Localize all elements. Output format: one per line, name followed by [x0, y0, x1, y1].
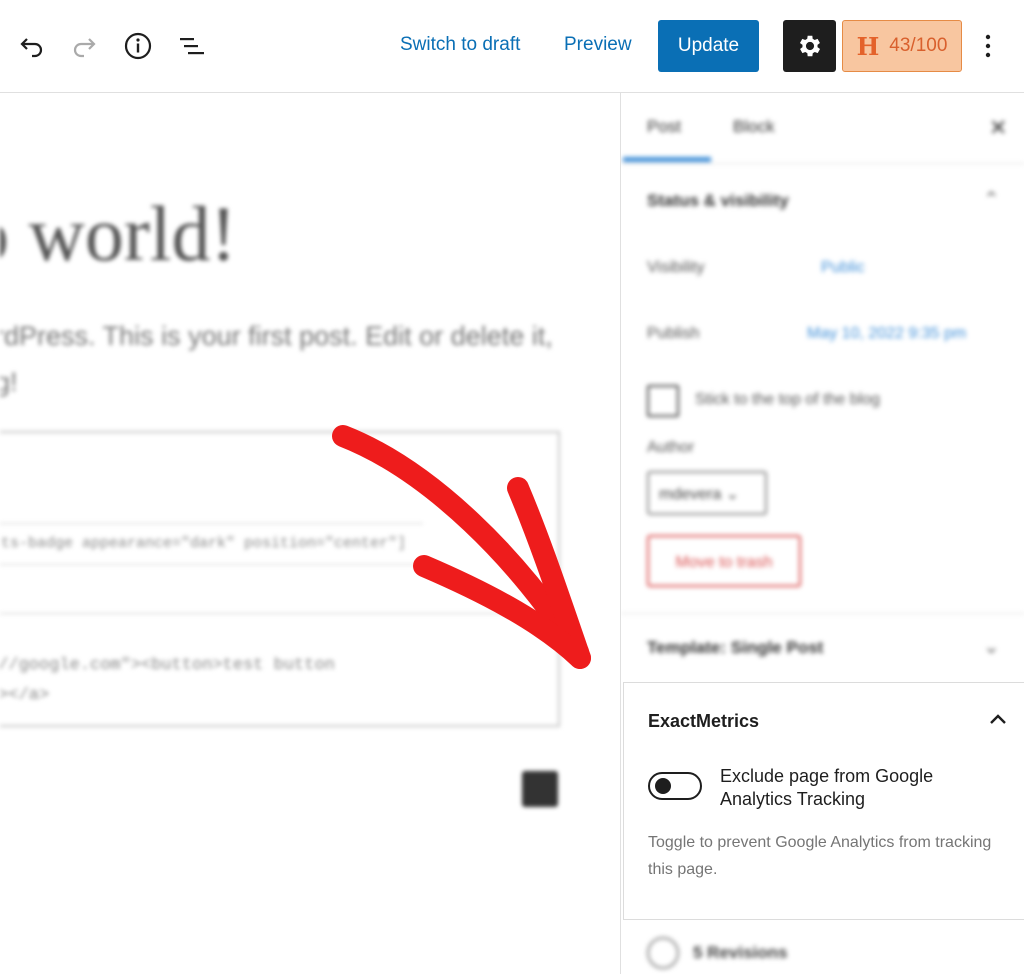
- shortcode-field[interactable]: rots-badge appearance="dark" position="c…: [0, 523, 423, 565]
- status-panel-title[interactable]: Status & visibility: [647, 191, 789, 211]
- undo-icon[interactable]: [14, 28, 50, 64]
- help-text: Toggle to prevent Google Analytics from …: [648, 834, 992, 878]
- post-paragraph[interactable]: ordPress. This is your first post. Edit …: [0, 313, 553, 405]
- block-inserter-button[interactable]: [522, 771, 558, 807]
- editor-toolbar: Switch to draft Preview Update H 43/100: [0, 0, 1024, 93]
- visibility-label: Visibility: [647, 259, 705, 276]
- author-label: Author: [647, 439, 695, 456]
- chevron-down-icon[interactable]: ⌄: [983, 634, 1000, 659]
- block-divider: [0, 613, 558, 614]
- exactmetrics-title[interactable]: ExactMetrics: [648, 711, 759, 732]
- gear-icon: [799, 35, 820, 57]
- seo-score-value: 43/100: [889, 35, 948, 56]
- publish-label: Publish: [647, 325, 700, 342]
- headline-logo-icon: H: [856, 31, 880, 61]
- code-block-group[interactable]: o rots-badge appearance="dark" position=…: [0, 431, 560, 727]
- update-button[interactable]: Update: [658, 20, 759, 72]
- template-panel: Template: Single Post ⌄: [621, 614, 1024, 682]
- redo-icon[interactable]: [66, 28, 102, 64]
- custom-html-block[interactable]: ://google.com"><button>test button n></a>: [0, 651, 335, 711]
- sticky-checkbox[interactable]: [647, 385, 679, 417]
- visibility-value[interactable]: Public: [821, 259, 865, 277]
- revisions-label: 5 Revisions: [693, 943, 788, 962]
- exclude-tracking-toggle[interactable]: [648, 772, 702, 800]
- template-title[interactable]: Template: Single Post: [647, 638, 823, 658]
- paragraph-line: ordPress. This is your first post. Edit …: [0, 321, 553, 351]
- author-value: mdevera: [659, 486, 722, 503]
- switch-to-draft-button[interactable]: Switch to draft: [400, 34, 520, 56]
- html-line: ://google.com"><button>test button: [0, 656, 335, 675]
- list-view-icon[interactable]: [174, 28, 210, 64]
- toggle-label[interactable]: Exclude page from Google Analytics Track…: [720, 765, 990, 811]
- post-title[interactable]: o world!: [0, 189, 236, 279]
- chevron-up-icon[interactable]: ⌃: [983, 187, 1000, 212]
- tab-post[interactable]: Post: [647, 117, 681, 137]
- preview-button[interactable]: Preview: [564, 34, 632, 56]
- tab-block[interactable]: Block: [733, 117, 775, 137]
- chevron-up-icon[interactable]: [984, 705, 1012, 733]
- editor-canvas: o world! ordPress. This is your first po…: [0, 93, 620, 974]
- html-line: n></a>: [0, 686, 50, 705]
- active-tab-indicator: [623, 157, 711, 162]
- move-to-trash-button[interactable]: Move to trash: [647, 535, 801, 587]
- vertical-dots-icon: [985, 34, 991, 58]
- author-select[interactable]: mdevera ⌄: [647, 471, 767, 515]
- more-options-button[interactable]: [972, 28, 1004, 64]
- close-icon[interactable]: ✕: [989, 115, 1007, 141]
- paragraph-line: ng!: [0, 367, 18, 397]
- publish-date[interactable]: May 10, 2022 9:35 pm: [807, 325, 966, 343]
- exactmetrics-panel: ExactMetrics Exclude page from Google An…: [623, 682, 1024, 920]
- sticky-label: Stick to the top of the blog: [695, 391, 881, 408]
- toggle-knob: [655, 778, 671, 794]
- revisions-icon: [647, 937, 679, 969]
- revisions-panel[interactable]: 5 Revisions: [623, 921, 1024, 974]
- seo-score-button[interactable]: H 43/100: [842, 20, 962, 72]
- info-icon[interactable]: [120, 28, 156, 64]
- settings-button[interactable]: [783, 20, 836, 72]
- status-visibility-panel: Status & visibility ⌃ Visibility Public …: [621, 163, 1024, 614]
- sidebar-tabs: Post Block ✕: [621, 93, 1024, 164]
